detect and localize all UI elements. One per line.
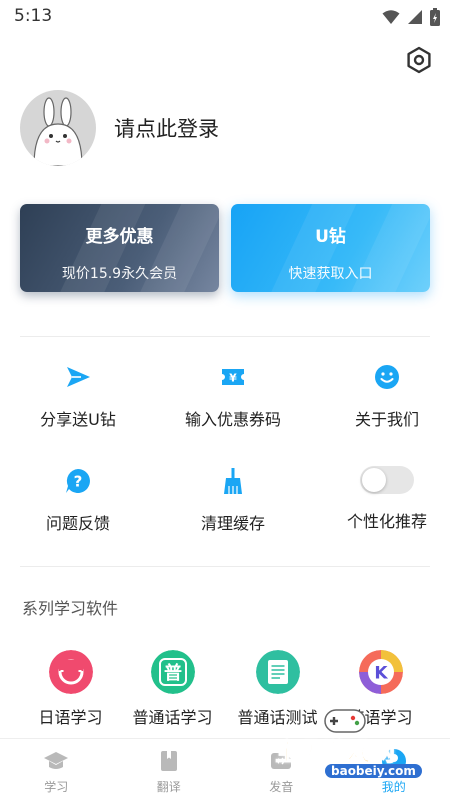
promo-subtitle: 快速获取入口 <box>288 266 373 282</box>
feature-label: 个性化推荐 <box>346 512 427 531</box>
coupon-code-button[interactable]: ¥ 输入优惠券码 <box>158 362 308 430</box>
divider <box>20 566 430 567</box>
korean-icon-glyph: K <box>374 664 388 684</box>
promo-card-diamond[interactable]: U钻 快速获取入口 <box>231 204 430 292</box>
app-mandarin[interactable]: 普 普通话学习 <box>120 650 225 728</box>
tab-pronunciation[interactable]: 发音 <box>225 739 338 800</box>
feedback-button[interactable]: ? 问题反馈 <box>3 466 153 534</box>
coupon-icon: ¥ <box>222 369 244 385</box>
svg-text:?: ? <box>74 473 83 491</box>
personalized-recommendation-toggle[interactable] <box>360 466 414 494</box>
tab-mine[interactable]: 我的 <box>338 739 450 800</box>
app-label: 普通话测试 <box>237 708 318 727</box>
broom-icon <box>224 468 242 494</box>
rabbit-avatar-icon <box>33 97 83 166</box>
feature-label: 问题反馈 <box>45 514 110 533</box>
sound-icon <box>271 753 292 769</box>
about-us-button[interactable]: 关于我们 <box>312 362 450 430</box>
tab-label: 发音 <box>269 780 294 794</box>
bottom-tab-bar: 学习 翻译 发音 我的 <box>0 738 450 800</box>
korean-app-icon: K <box>358 650 403 694</box>
feature-label: 清理缓存 <box>200 514 265 533</box>
tab-translate[interactable]: 翻译 <box>113 739 226 800</box>
question-icon: ? <box>66 469 90 493</box>
login-area[interactable]: 请点此登录 <box>20 90 219 166</box>
tab-label: 我的 <box>381 780 406 794</box>
feature-label: 分享送U钻 <box>40 410 116 429</box>
user-icon <box>381 749 406 773</box>
graduation-cap-icon <box>44 752 69 769</box>
book-icon <box>160 751 177 771</box>
clear-cache-button[interactable]: 清理缓存 <box>158 466 308 534</box>
send-icon <box>67 367 90 387</box>
avatar[interactable] <box>20 90 96 166</box>
settings-hexagon-icon <box>407 46 431 74</box>
app-korean[interactable]: K 韩语学习 <box>328 650 433 728</box>
app-label: 日语学习 <box>38 708 103 727</box>
battery-icon <box>430 8 440 26</box>
tab-label: 学习 <box>44 780 69 794</box>
smile-icon <box>375 365 399 389</box>
settings-button[interactable] <box>404 45 434 75</box>
app-mandarin-test[interactable]: 普通话测试 <box>225 650 330 728</box>
promo-subtitle: 现价15.9永久会员 <box>61 266 178 282</box>
status-icons <box>382 8 440 26</box>
tab-study[interactable]: 学习 <box>0 739 113 800</box>
login-prompt[interactable]: 请点此登录 <box>114 113 219 143</box>
app-japanese[interactable]: 日语学习 <box>18 650 123 728</box>
share-diamond-button[interactable]: 分享送U钻 <box>3 362 153 430</box>
series-section-title: 系列学习软件 <box>22 599 119 618</box>
feature-label: 输入优惠券码 <box>184 410 281 429</box>
personalized-recommendation-setting: 个性化推荐 <box>312 466 450 532</box>
japanese-app-icon <box>48 650 93 694</box>
feature-label: 关于我们 <box>354 410 419 429</box>
wifi-icon <box>382 10 400 24</box>
mandarin-test-app-icon <box>255 650 300 694</box>
mandarin-icon-glyph: 普 <box>164 662 182 684</box>
toggle-knob <box>362 468 386 492</box>
svg-text:¥: ¥ <box>229 372 237 385</box>
status-time: 5:13 <box>14 6 53 26</box>
promo-card-vip[interactable]: 更多优惠 现价15.9永久会员 <box>20 204 219 292</box>
app-label: 韩语学习 <box>348 708 413 727</box>
cellular-signal-icon <box>408 10 422 24</box>
mandarin-app-icon: 普 <box>150 650 195 694</box>
app-label: 普通话学习 <box>132 708 213 727</box>
status-bar: 5:13 <box>0 0 450 32</box>
tab-label: 翻译 <box>156 780 181 794</box>
divider <box>20 336 430 337</box>
